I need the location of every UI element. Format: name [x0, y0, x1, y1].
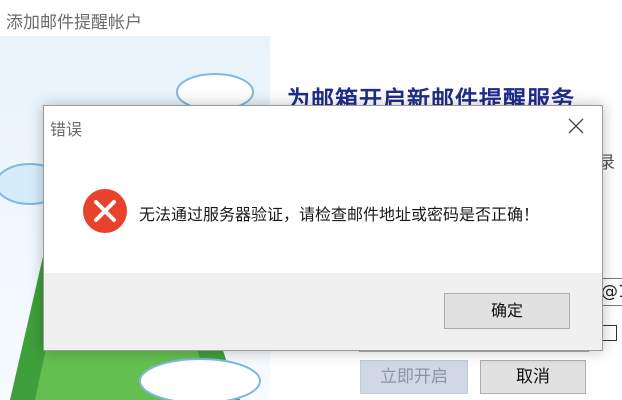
option-checkbox[interactable] — [601, 325, 617, 341]
window-title: 添加邮件提醒帐户 — [6, 13, 142, 33]
error-x-icon — [83, 189, 127, 233]
ok-button[interactable]: 确定 — [444, 293, 570, 329]
dialog-button-area: 确定 — [44, 273, 602, 350]
start-now-button[interactable]: 立即开启 — [360, 360, 468, 394]
close-icon[interactable] — [562, 114, 590, 138]
cancel-button[interactable]: 取消 — [480, 360, 586, 394]
error-message: 无法通过服务器验证，请检查邮件地址或密码是否正确！ — [139, 205, 540, 224]
dialog-title: 错误 — [50, 120, 83, 139]
window-titlebar: 添加邮件提醒帐户 — [0, 0, 622, 36]
error-dialog: 错误 无法通过服务器验证，请检查邮件地址或密码是否正确！ 确定 — [43, 105, 603, 351]
